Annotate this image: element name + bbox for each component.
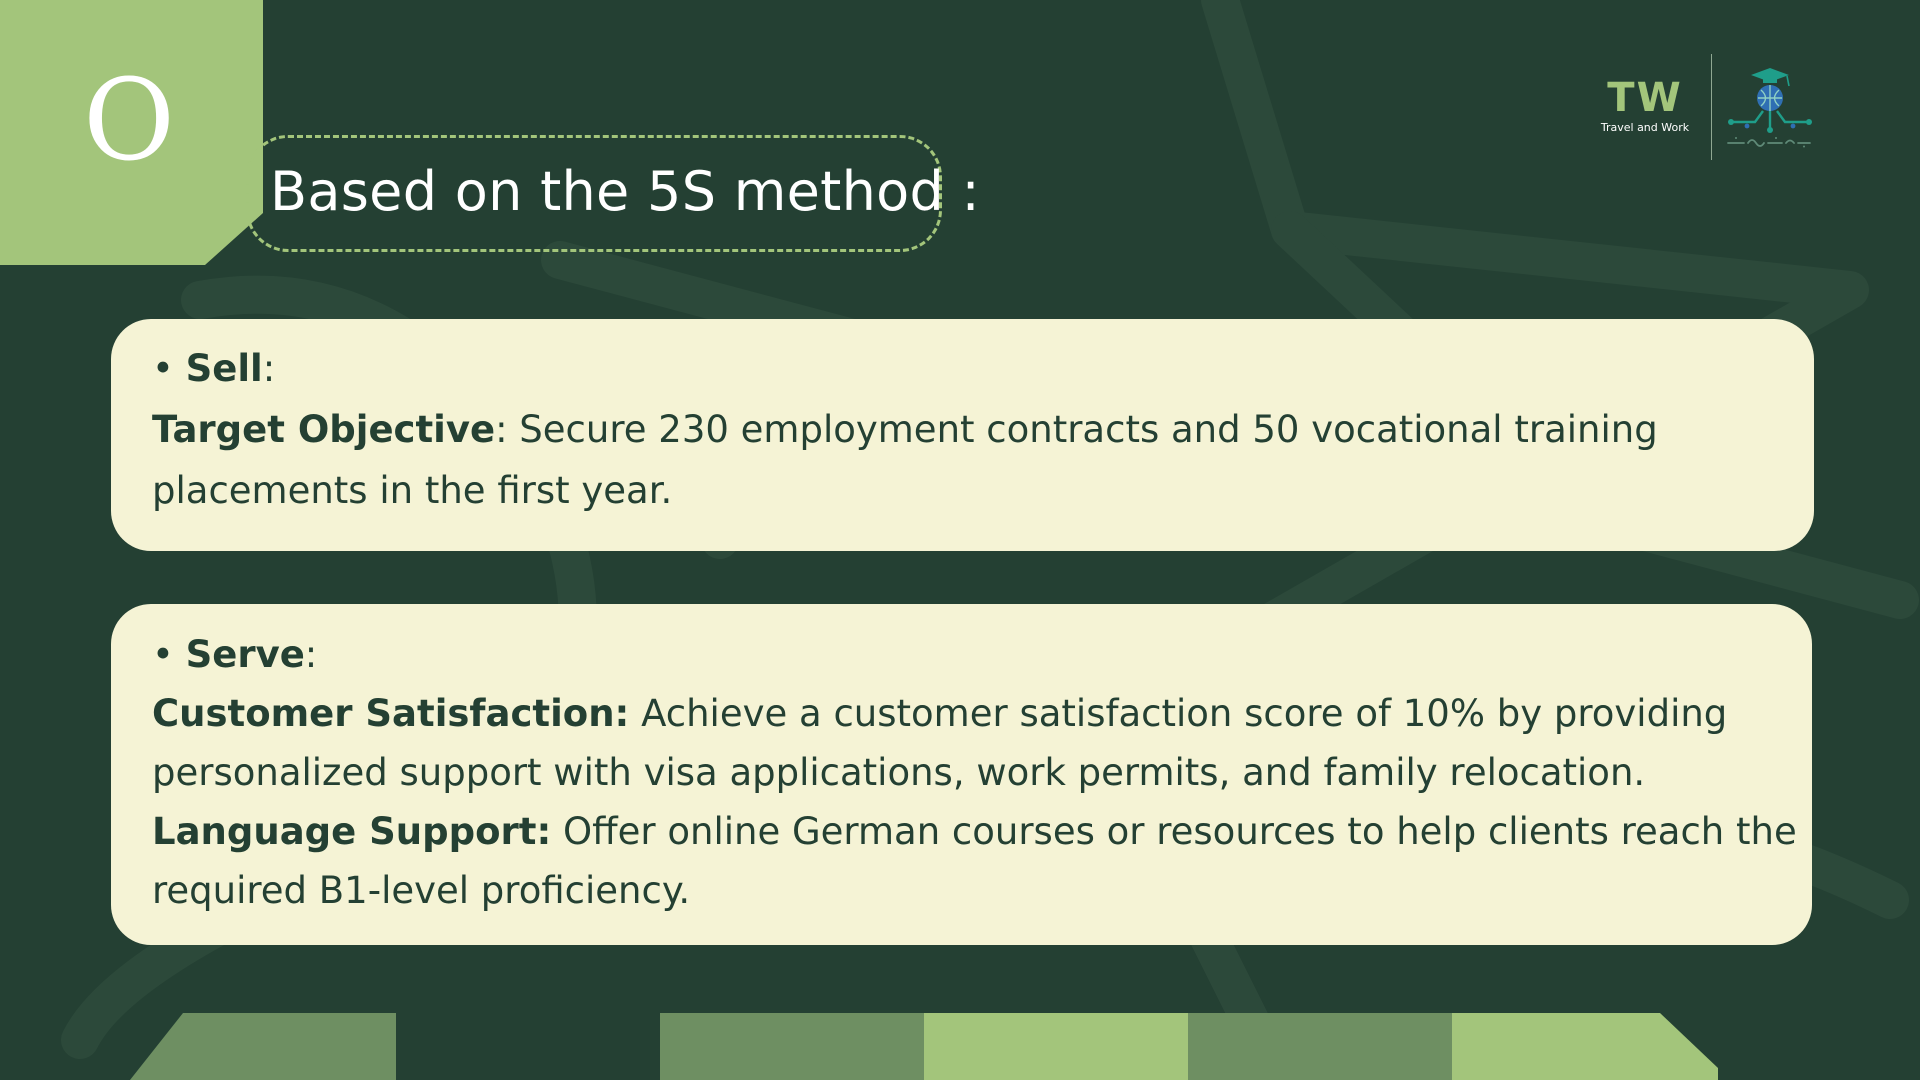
- bottom-decoration-block: [1188, 1013, 1452, 1080]
- section-letter: O: [0, 56, 258, 186]
- bottom-decoration-block: [924, 1013, 1188, 1080]
- satisfaction-text: Achieve a customer satisfaction score of…: [629, 692, 1727, 735]
- objective-text: : Secure 230 employment contracts and 50…: [495, 408, 1658, 451]
- satisfaction-line: Customer Satisfaction: Achieve a custome…: [152, 684, 1812, 743]
- sell-heading-line: • Sell:: [152, 338, 1814, 399]
- header-logos: TW Travel and Work: [1590, 54, 1820, 160]
- bottom-decoration-block: [660, 1013, 924, 1080]
- serve-heading: Serve: [186, 633, 305, 676]
- objective-label: Target Objective: [152, 408, 495, 451]
- logo-divider: [1711, 54, 1712, 160]
- heading-colon: :: [305, 633, 317, 676]
- objective-line-continued: placements in the first year.: [152, 460, 1814, 521]
- slide-title: Based on the 5S method :: [270, 152, 980, 232]
- serve-card: • Serve: Customer Satisfaction: Achieve …: [111, 604, 1812, 945]
- satisfaction-label: Customer Satisfaction:: [152, 692, 629, 735]
- tw-logo-mark: TW: [1590, 76, 1700, 120]
- tw-logo-caption: Travel and Work: [1590, 120, 1700, 136]
- heading-colon: :: [263, 347, 275, 390]
- language-line: Language Support: Offer online German co…: [152, 802, 1812, 861]
- arabic-logo-caption: [1724, 134, 1814, 148]
- objective-line: Target Objective: Secure 230 employment …: [152, 399, 1814, 460]
- language-text: Offer online German courses or resources…: [551, 810, 1796, 853]
- sell-heading: Sell: [186, 347, 263, 390]
- bullet: •: [152, 347, 186, 390]
- serve-heading-line: • Serve:: [152, 625, 1812, 684]
- bullet: •: [152, 633, 186, 676]
- language-line-continued: required B1-level proficiency.: [152, 861, 1812, 920]
- satisfaction-line-continued: personalized support with visa applicati…: [152, 743, 1812, 802]
- travel-and-work-logo: TW Travel and Work: [1590, 76, 1700, 136]
- sell-card: • Sell: Target Objective: Secure 230 emp…: [111, 319, 1814, 551]
- globe-graduation-cap-icon: [1723, 64, 1818, 144]
- language-label: Language Support:: [152, 810, 551, 853]
